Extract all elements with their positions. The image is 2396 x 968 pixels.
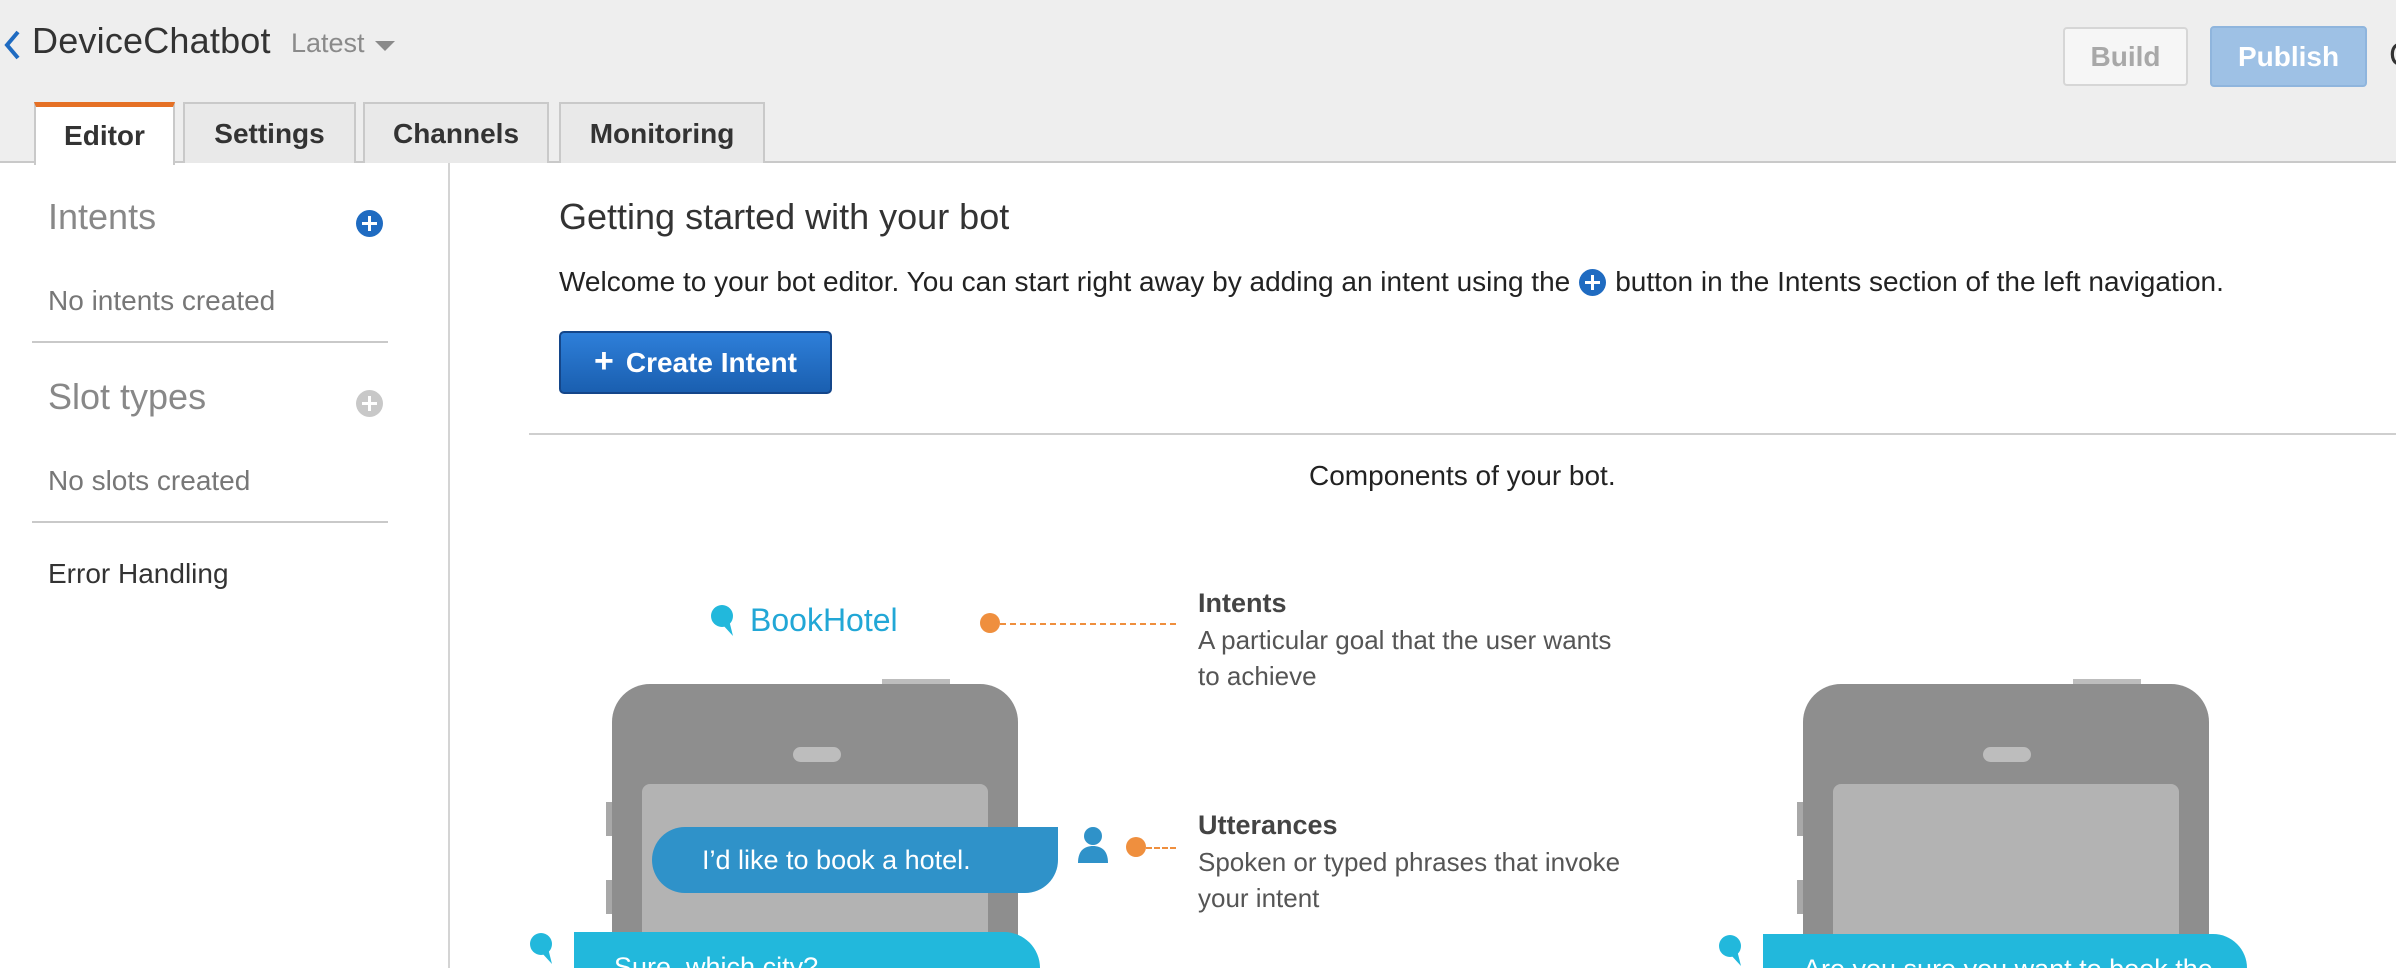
create-intent-label: Create Intent — [625, 346, 797, 378]
intents-description: A particular goal that the user wants to… — [1198, 625, 1612, 691]
add-slot-type-icon[interactable] — [356, 390, 383, 417]
phone-speaker — [1983, 747, 2031, 762]
add-intent-icon[interactable] — [356, 210, 383, 237]
top-header: DeviceChatbot Latest Build Publish C Edi… — [0, 0, 2396, 165]
welcome-text-end: button in the Intents section of the lef… — [1615, 266, 2224, 297]
phone-side-button — [606, 880, 612, 914]
tab-editor[interactable]: Editor — [34, 102, 175, 165]
tab-monitoring[interactable]: Monitoring — [559, 102, 765, 163]
phone-speaker — [793, 747, 841, 762]
sidebar-divider — [32, 341, 388, 343]
plus-icon: + — [593, 341, 614, 380]
version-dropdown[interactable]: Latest — [291, 28, 395, 59]
sidebar-item-error-handling[interactable]: Error Handling — [48, 558, 229, 590]
example-intent-name: BookHotel — [750, 602, 898, 638]
connector-line — [1146, 847, 1176, 849]
chat-bubble-icon — [711, 605, 733, 636]
slot-types-heading: Slot types — [48, 376, 207, 417]
intents-label: Intents — [1198, 588, 1287, 618]
intents-empty-text: No intents created — [48, 285, 276, 316]
publish-button[interactable]: Publish — [2210, 26, 2367, 87]
bot-prompt-bubble: Sure, which city? — [574, 932, 1040, 968]
tab-settings[interactable]: Settings — [183, 102, 356, 163]
user-utterance-bubble: I’d like to book a hotel. — [652, 827, 1058, 893]
utterances-label: Utterances — [1198, 810, 1338, 840]
phone-side-button — [1797, 880, 1803, 914]
connector-dot — [980, 613, 1000, 633]
back-chevron-icon[interactable] — [2, 28, 26, 62]
version-label: Latest — [291, 28, 365, 58]
phone-side-button — [1797, 802, 1803, 836]
components-heading: Components of your bot. — [1309, 460, 1616, 491]
slots-empty-text: No slots created — [48, 465, 251, 496]
utterances-description: Spoken or typed phrases that invoke your… — [1198, 847, 1621, 913]
connector-dot — [1126, 837, 1146, 857]
welcome-text-start: Welcome to your bot editor. You can star… — [559, 266, 1571, 297]
page-title: Getting started with your bot — [559, 196, 1010, 237]
welcome-text: Welcome to your bot editor. You can star… — [559, 266, 2224, 298]
chat-bubble-icon — [530, 933, 552, 964]
connector-line — [1000, 623, 1176, 625]
intents-heading: Intents — [48, 196, 157, 237]
section-divider — [529, 433, 2396, 435]
build-button[interactable]: Build — [2063, 27, 2188, 86]
caret-down-icon — [374, 40, 395, 51]
phone-side-button — [606, 802, 612, 836]
create-intent-button[interactable]: + Create Intent — [559, 331, 832, 394]
user-icon — [1078, 827, 1108, 863]
sidebar-divider — [32, 521, 388, 523]
left-navigation: Intents No intents created Slot types No… — [0, 163, 450, 968]
bot-prompt-bubble: Are you sure you want to book the — [1763, 934, 2247, 968]
plus-circle-icon — [1579, 268, 1607, 296]
tab-channels[interactable]: Channels — [363, 102, 549, 163]
chat-bubble-icon — [1719, 935, 1741, 966]
bot-name: DeviceChatbot — [32, 20, 271, 61]
truncated-header-glyph: C — [2389, 36, 2396, 75]
